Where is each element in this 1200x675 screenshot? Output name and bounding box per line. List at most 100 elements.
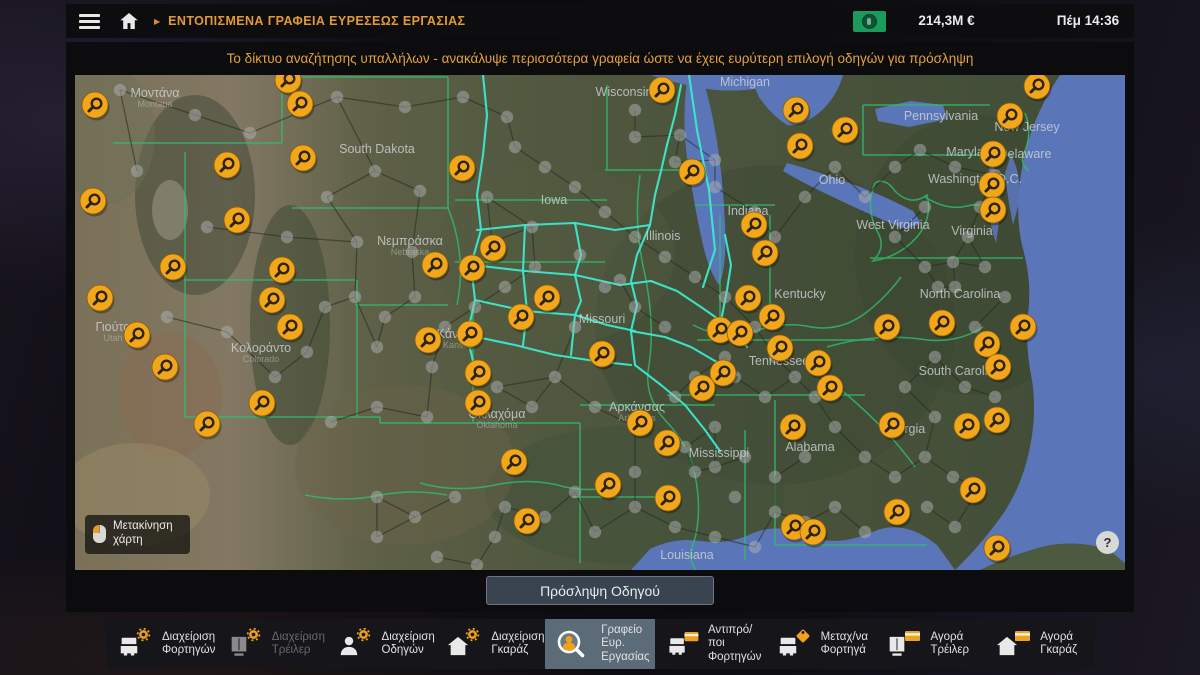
undiscovered-city-dot: [914, 144, 926, 156]
undiscovered-city-dot: [331, 91, 343, 103]
undiscovered-city-dot: [189, 109, 201, 121]
undiscovered-city-dot: [659, 251, 671, 263]
undiscovered-city-dot: [829, 501, 841, 513]
undiscovered-city-dot: [899, 381, 911, 393]
undiscovered-city-dot: [859, 191, 871, 203]
state-label: Ohio: [819, 173, 845, 187]
toolbar-item-label: Γραφείο Ευρ. Εργασίας: [601, 624, 649, 663]
undiscovered-city-dot: [629, 501, 641, 513]
undiscovered-city-dot: [889, 161, 901, 173]
map-move-hint: Μετακίνηση χάρτη: [85, 515, 190, 554]
undiscovered-city-dot: [325, 416, 337, 428]
state-label: Mississippi: [689, 446, 749, 460]
help-button[interactable]: ?: [1096, 531, 1119, 554]
state-label: Pennsylvania: [904, 109, 978, 123]
undiscovered-city-dot: [799, 191, 811, 203]
undiscovered-city-dot: [414, 185, 426, 197]
undiscovered-city-dot: [481, 191, 493, 203]
trailer-card-icon: [884, 628, 924, 660]
undiscovered-city-dot: [969, 321, 981, 333]
menu-button[interactable]: [79, 11, 100, 32]
toolbar-item-used-trucks[interactable]: Μεταχ/να Φορτηγά: [765, 619, 875, 669]
undiscovered-city-dot: [889, 231, 901, 243]
undiscovered-city-dot: [589, 526, 601, 538]
breadcrumb: ΕΝΤΟΠΙΣΜΕΝΑ ΓΡΑΦΕΙΑ ΕΥΡΕΣΕΩΣ ΕΡΓΑΣΙΑΣ: [168, 14, 465, 28]
truck-gear-icon: [116, 628, 156, 660]
undiscovered-city-dot: [409, 511, 421, 523]
undiscovered-city-dot: [349, 291, 361, 303]
undiscovered-city-dot: [599, 281, 611, 293]
undiscovered-city-dot: [889, 471, 901, 483]
undiscovered-city-dot: [989, 391, 1001, 403]
trailer-gear-icon: [226, 628, 266, 660]
state-label: Μοντάνα: [130, 86, 179, 100]
undiscovered-city-dot: [201, 221, 213, 233]
map-move-hint-label: Μετακίνηση χάρτη: [113, 520, 181, 548]
home-icon: [120, 13, 138, 29]
state-label: Washington D.C.: [928, 172, 1022, 186]
undiscovered-city-dot: [629, 231, 641, 243]
undiscovered-city-dot: [491, 381, 503, 393]
undiscovered-city-dot: [114, 84, 126, 96]
state-label: Νεμπράσκα: [377, 234, 443, 248]
state-label: South Dakota: [339, 142, 415, 156]
state-label: Virginia: [951, 224, 993, 238]
undiscovered-city-dot: [589, 401, 601, 413]
state-sublabel: Oklahoma: [476, 420, 517, 430]
usa-map[interactable]: ΜοντάναMontanaSouth DakotaΝεμπράσκαNebra…: [75, 75, 1125, 570]
undiscovered-city-dot: [301, 346, 313, 358]
home-button[interactable]: [120, 13, 138, 29]
state-label: Κολοράντο: [231, 341, 291, 355]
undiscovered-city-dot: [959, 381, 971, 393]
undiscovered-city-dot: [449, 491, 461, 503]
state-label: Wisconsin: [596, 85, 653, 99]
undiscovered-city-dot: [947, 471, 959, 483]
truck-tag-icon: [775, 628, 815, 660]
undiscovered-city-dot: [399, 101, 411, 113]
recruitment-status-badge: [853, 11, 886, 32]
undiscovered-city-dot: [569, 181, 581, 193]
undiscovered-city-dot: [719, 291, 731, 303]
toolbar-item-employment-office[interactable]: Γραφείο Ευρ. Εργασίας: [545, 619, 655, 669]
garage-card-icon: [994, 628, 1034, 660]
undiscovered-city-dot: [599, 206, 611, 218]
agency-map[interactable]: ΜοντάναMontanaSouth DakotaΝεμπράσκαNebra…: [75, 75, 1125, 570]
toolbar-item-label: Αγορά Γκαράζ: [1040, 631, 1077, 657]
undiscovered-city-dot: [614, 274, 626, 286]
undiscovered-city-dot: [729, 491, 741, 503]
driver-gear-icon: [336, 628, 376, 660]
agency-search-icon: [555, 628, 595, 660]
toolbar-item-garage-purchase[interactable]: Αγορά Γκαράζ: [984, 619, 1094, 669]
undiscovered-city-dot: [689, 466, 701, 478]
toolbar-item-trailer-manager[interactable]: Διαχείριση Τρέιλερ: [216, 619, 326, 669]
breadcrumb-arrow-icon: ▶: [154, 17, 160, 26]
undiscovered-city-dot: [539, 161, 551, 173]
mouse-drag-icon: [93, 525, 106, 543]
hire-driver-button[interactable]: Πρόσληψη Οδηγού: [486, 576, 714, 605]
toolbar-item-label: Μεταχ/να Φορτηγά: [821, 631, 868, 657]
toolbar-item-driver-manager[interactable]: Διαχείριση Οδηγών: [326, 619, 436, 669]
toolbar-item-truck-manager[interactable]: Διαχείριση Φορτηγών: [106, 619, 216, 669]
bottom-toolbar: Διαχείριση ΦορτηγώνΔιαχείριση ΤρέιλερΔια…: [106, 619, 1094, 669]
top-bar: ▶ ΕΝΤΟΠΙΣΜΕΝΑ ΓΡΑΦΕΙΑ ΕΥΡΕΣΕΩΣ ΕΡΓΑΣΙΑΣ …: [66, 4, 1134, 38]
undiscovered-city-dot: [161, 311, 173, 323]
state-label: Michigan: [720, 75, 770, 89]
toolbar-item-trailer-purchase[interactable]: Αγορά Τρέιλερ: [874, 619, 984, 669]
undiscovered-city-dot: [629, 104, 641, 116]
state-label: Iowa: [541, 193, 567, 207]
undiscovered-city-dot: [529, 261, 541, 273]
undiscovered-city-dot: [789, 371, 801, 383]
undiscovered-city-dot: [457, 91, 469, 103]
undiscovered-city-dot: [929, 411, 941, 423]
undiscovered-city-dot: [281, 231, 293, 243]
undiscovered-city-dot: [321, 191, 333, 203]
undiscovered-city-dot: [769, 471, 781, 483]
undiscovered-city-dot: [709, 461, 721, 473]
toolbar-item-garage-manager[interactable]: Διαχείριση Γκαράζ: [435, 619, 545, 669]
toolbar-item-truck-dealers[interactable]: Αντιπρό/ποι Φορτηγών: [655, 619, 765, 669]
undiscovered-city-dot: [221, 326, 233, 338]
undiscovered-city-dot: [659, 321, 671, 333]
toolbar-item-label: Διαχείριση Γκαράζ: [491, 631, 544, 657]
undiscovered-city-dot: [669, 156, 681, 168]
undiscovered-city-dot: [919, 261, 931, 273]
